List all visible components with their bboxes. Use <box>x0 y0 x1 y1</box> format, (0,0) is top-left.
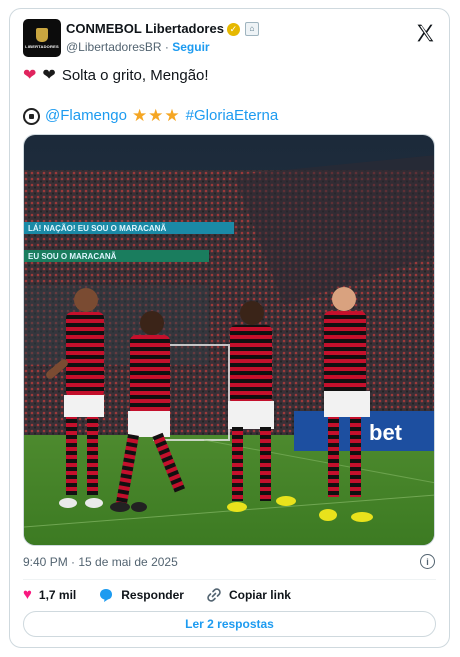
account-handle[interactable]: @LibertadoresBR <box>66 40 162 54</box>
embedded-tweet-card: LIBERTADORES CONMEBOL Libertadores ✓ ⌂ @… <box>9 8 450 648</box>
red-heart-icon: ❤ <box>23 67 37 84</box>
tweet-text-line-2: @Flamengo ★★★ #GloriaEterna <box>23 106 278 126</box>
read-replies-button[interactable]: Ler 2 respostas <box>23 611 436 637</box>
hashtag-link[interactable]: #GloriaEterna <box>186 106 279 126</box>
separator: · <box>164 40 169 54</box>
stars-icon: ★★★ <box>131 106 181 125</box>
soccer-ball-icon <box>23 107 40 125</box>
avatar[interactable]: LIBERTADORES <box>23 19 61 57</box>
trophy-icon <box>36 27 48 42</box>
players-celebration-image: LÁ! NAÇÃO! EU SOU O MARACANÃ EU SOU O MA… <box>24 135 434 545</box>
copy-link-label: Copiar link <box>228 587 291 602</box>
tweet-photo[interactable]: LÁ! NAÇÃO! EU SOU O MARACANÃ EU SOU O MA… <box>23 134 435 546</box>
reply-button[interactable]: Responder <box>98 587 184 603</box>
reply-bubble-icon <box>100 588 113 602</box>
reply-label: Responder <box>121 587 184 602</box>
heart-icon: ♥ <box>23 586 32 603</box>
copy-link-button[interactable]: Copiar link <box>206 587 291 603</box>
tweet-header: LIBERTADORES CONMEBOL Libertadores ✓ ⌂ @… <box>23 19 437 59</box>
account-info: CONMEBOL Libertadores ✓ ⌂ @LibertadoresB… <box>66 21 259 55</box>
tweet-timestamp[interactable]: 9:40 PM · 15 de mai de 2025 <box>23 554 178 570</box>
info-icon[interactable]: i <box>420 554 435 569</box>
affiliate-icon: ⌂ <box>244 22 259 36</box>
tweet-text-line-1: ❤ ❤ Solta o grito, Mengão! <box>23 66 209 86</box>
mention-link[interactable]: @Flamengo <box>45 106 127 126</box>
black-heart-icon: ❤ <box>42 67 56 84</box>
stadium-banner-text-2: EU SOU O MARACANÃ <box>28 252 117 261</box>
ad-board-text: bet <box>369 420 403 445</box>
account-name[interactable]: CONMEBOL Libertadores <box>66 21 224 37</box>
stadium-banner-text: LÁ! NAÇÃO! EU SOU O MARACANÃ <box>28 224 166 233</box>
link-icon <box>207 587 221 602</box>
avatar-caption: LIBERTADORES <box>25 43 59 49</box>
like-count: 1,7 mil <box>38 587 77 602</box>
like-button[interactable]: ♥ 1,7 mil <box>23 586 76 603</box>
tweet-text: Solta o grito, Mengão! <box>61 67 209 84</box>
follow-button[interactable]: Seguir <box>172 40 209 54</box>
action-bar: ♥ 1,7 mil Responder Copiar link <box>23 586 313 603</box>
verified-badge-icon: ✓ <box>226 22 240 36</box>
x-logo-icon[interactable] <box>415 23 435 43</box>
divider <box>23 579 436 580</box>
